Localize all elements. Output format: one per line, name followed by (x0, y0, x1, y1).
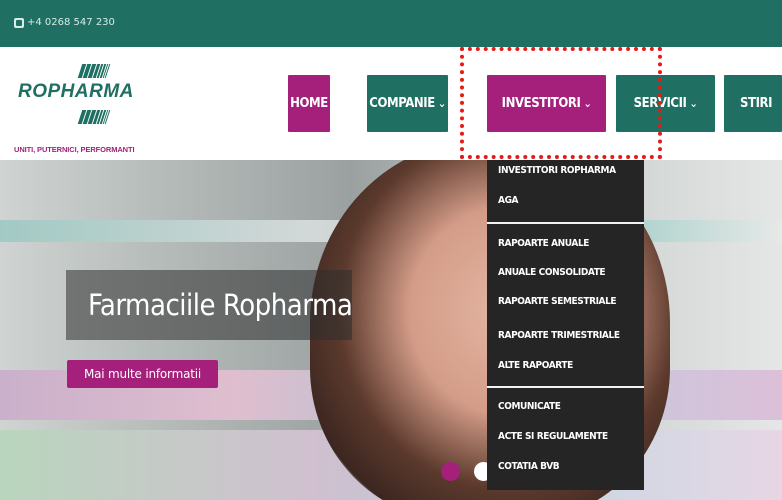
more-info-button[interactable]: Mai multe informatii (67, 360, 218, 388)
phone-contact[interactable]: +4 0268 547 230 (14, 17, 115, 28)
logo-bars-icon (77, 110, 140, 124)
header: ROPHARMA UNITI, PUTERNICI, PERFORMANTI H… (0, 47, 782, 160)
slider-dot-1[interactable] (441, 462, 460, 481)
nav-investitori-label: INVESTITORI (501, 96, 581, 111)
menu-item-rapoarte-trimestriale[interactable]: RAPOARTE TRIMESTRIALE (498, 330, 620, 341)
menu-item-aga[interactable]: AGA (498, 195, 519, 206)
menu-item-acte-si-regulamente[interactable]: ACTE SI REGULAMENTE (498, 431, 608, 442)
nav-stiri[interactable]: STIRI (724, 75, 782, 132)
menu-item-anuale-consolidate[interactable]: ANUALE CONSOLIDATE (498, 267, 606, 278)
nav-home-label: HOME (290, 96, 328, 111)
chevron-down-icon: ⌄ (437, 97, 446, 110)
ropharma-logo[interactable]: ROPHARMA UNITI, PUTERNICI, PERFORMANTI (14, 59, 184, 159)
logo-name: ROPHARMA (18, 81, 134, 102)
menu-item-rapoarte-anuale[interactable]: RAPOARTE ANUALE (498, 238, 589, 249)
menu-item-investitori-ropharma[interactable]: INVESTITORI ROPHARMA (498, 165, 616, 176)
menu-divider (487, 222, 644, 224)
menu-item-comunicate[interactable]: COMUNICATE (498, 401, 561, 412)
nav-servicii-label: SERVICII (633, 96, 687, 111)
menu-item-rapoarte-semestriale[interactable]: RAPOARTE SEMESTRIALE (498, 296, 617, 307)
nav-stiri-label: STIRI (740, 96, 773, 111)
nav-companie-label: COMPANIE (369, 96, 435, 111)
nav-servicii[interactable]: SERVICII ⌄ (616, 75, 715, 132)
chevron-down-icon: ⌄ (689, 97, 698, 110)
logo-bars-icon (77, 64, 140, 78)
nav-investitori[interactable]: INVESTITORI ⌄ (487, 75, 606, 132)
nav-companie[interactable]: COMPANIE ⌄ (367, 75, 448, 132)
logo-tagline: UNITI, PUTERNICI, PERFORMANTI (14, 145, 135, 154)
menu-divider (487, 386, 644, 388)
top-bar: +4 0268 547 230 (0, 0, 782, 47)
menu-item-alte-rapoarte[interactable]: ALTE RAPOARTE (498, 360, 573, 371)
hero-title: Farmaciile Ropharma (88, 288, 353, 322)
nav-home[interactable]: HOME (288, 75, 330, 132)
investitori-dropdown-menu: INVESTITORI ROPHARMA AGA RAPOARTE ANUALE… (487, 160, 644, 490)
phone-icon (14, 17, 24, 28)
chevron-down-icon: ⌄ (583, 97, 592, 110)
hero-title-box: Farmaciile Ropharma (66, 270, 353, 340)
hero-slider: Farmaciile Ropharma Mai multe informatii (0, 160, 782, 500)
menu-item-cotatia-bvb[interactable]: COTATIA BVB (498, 461, 560, 472)
phone-number: +4 0268 547 230 (27, 17, 115, 28)
